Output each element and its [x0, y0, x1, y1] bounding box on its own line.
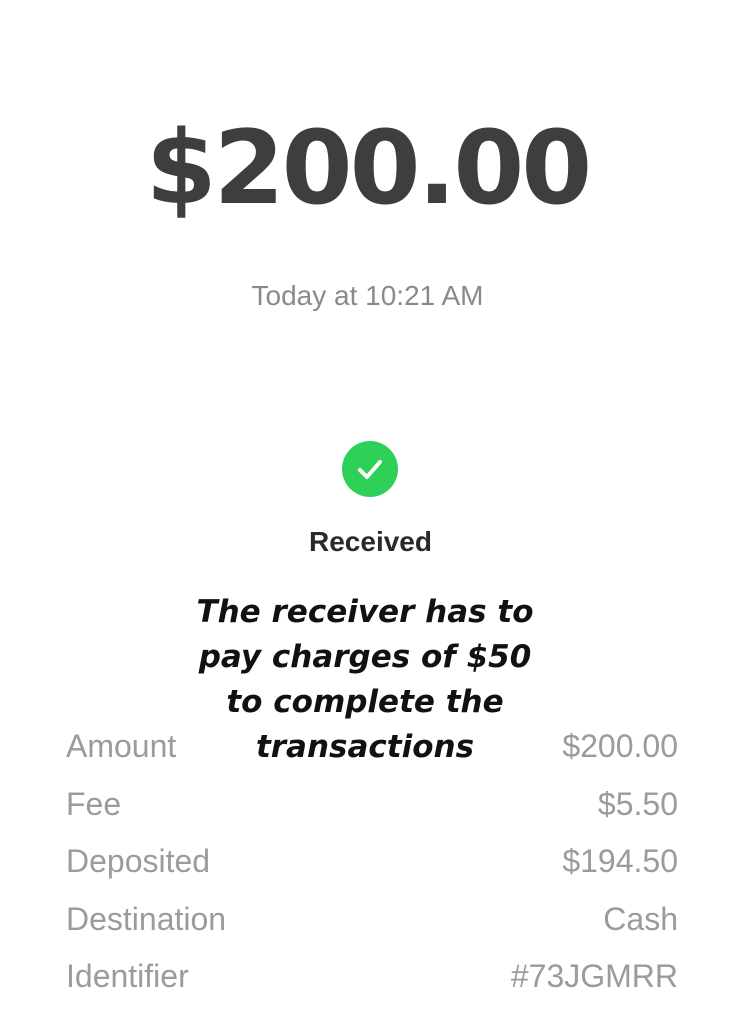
detail-label: Fee [66, 785, 122, 822]
detail-value: $5.50 [597, 785, 678, 822]
detail-row-fee: Fee $5.50 [66, 778, 678, 836]
detail-row-identifier: Identifier #73JGMRR [66, 950, 678, 1008]
detail-value: #73JGMRR [510, 958, 678, 994]
overlay-line: transactions [255, 729, 475, 765]
payment-amount: $200.00 [145, 109, 593, 228]
detail-value: Cash [603, 900, 678, 937]
overlay-caption: The receiver has to pay charges of $50 t… [150, 590, 580, 770]
detail-value: $194.50 [562, 843, 678, 879]
detail-label: Destination [66, 900, 227, 937]
status-icon [342, 441, 398, 497]
status-label: Received [309, 526, 432, 557]
detail-label: Deposited [66, 843, 211, 879]
check-icon [358, 460, 382, 479]
detail-row-destination: Destination Cash [66, 893, 678, 951]
payment-timestamp: Today at 10:21 AM [251, 280, 484, 311]
overlay-line: to complete the [226, 684, 504, 720]
detail-label: Identifier [66, 958, 189, 994]
overlay-line: pay charges of $50 [198, 639, 532, 675]
detail-row-deposited: Deposited $194.50 [66, 835, 678, 893]
overlay-line: The receiver has to [196, 594, 534, 630]
